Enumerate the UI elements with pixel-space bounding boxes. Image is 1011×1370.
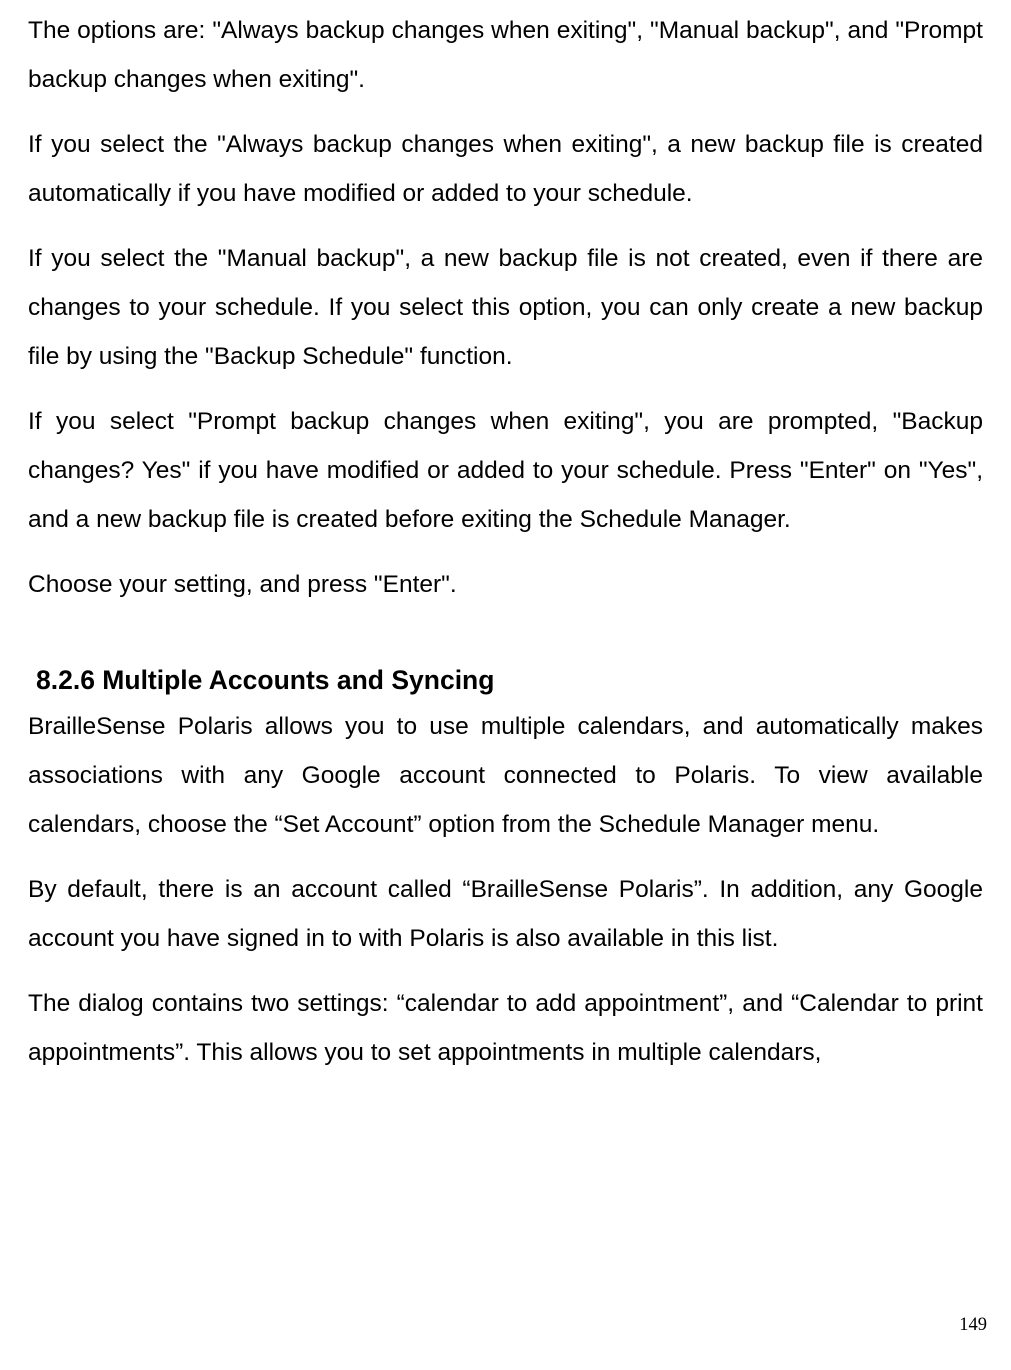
paragraph-manual-backup: If you select the "Manual backup", a new… (28, 234, 983, 381)
paragraph-prompt-backup: If you select "Prompt backup changes whe… (28, 397, 983, 544)
paragraph-multiple-calendars: BrailleSense Polaris allows you to use m… (28, 702, 983, 849)
paragraph-choose-setting: Choose your setting, and press "Enter". (28, 560, 983, 609)
paragraph-dialog-settings: The dialog contains two settings: “calen… (28, 979, 983, 1077)
section-heading-826: 8.2.6 Multiple Accounts and Syncing (36, 665, 983, 696)
paragraph-default-account: By default, there is an account called “… (28, 865, 983, 963)
paragraph-always-backup: If you select the "Always backup changes… (28, 120, 983, 218)
paragraph-options: The options are: "Always backup changes … (28, 6, 983, 104)
page-number: 149 (959, 1315, 987, 1336)
